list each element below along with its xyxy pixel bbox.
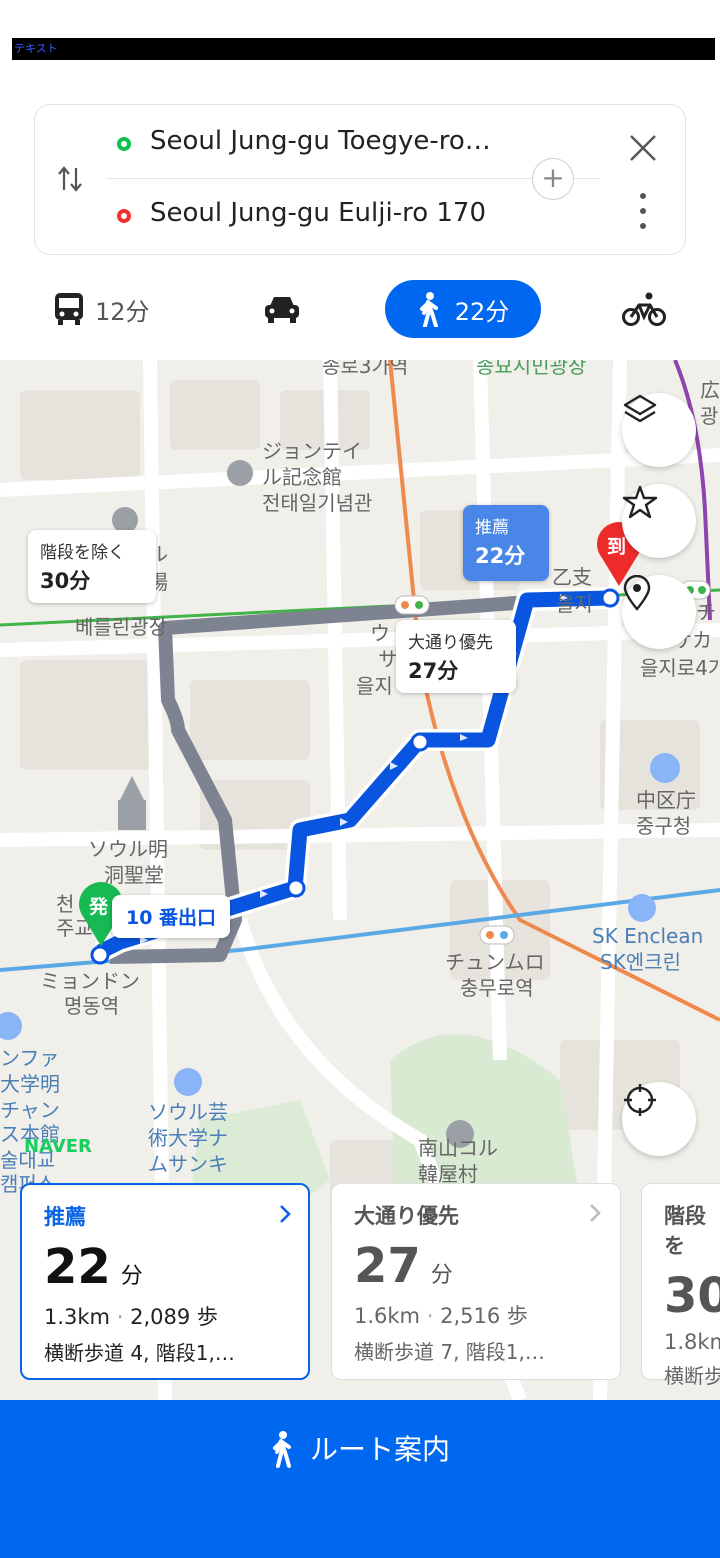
map-label: 베를린광장 [75, 615, 167, 639]
route-card-recommended[interactable]: 推薦 22 分 1.3km · 2,089 歩 横断歩道 4, 階段1,… [20, 1183, 310, 1380]
tab-car[interactable] [264, 280, 300, 338]
route-card-distance: 1.3km [44, 1305, 111, 1329]
callout-time: 22分 [475, 544, 526, 568]
tab-bicycle[interactable] [622, 280, 666, 338]
map-label: ソウル芸 [148, 1100, 228, 1124]
map-label: 中区庁 [636, 788, 696, 812]
route-card-details: 横断歩道 7, 階段1,… [354, 1340, 545, 1364]
main-road-route-callout[interactable]: 大通り優先 27分 [396, 620, 516, 693]
search-divider [106, 178, 600, 179]
map-label: 천 [56, 892, 75, 916]
map-label: 충무로역 [460, 976, 534, 1000]
close-icon[interactable] [628, 133, 658, 167]
map-label: 乙支 [552, 565, 592, 589]
map-label: 명동역 [64, 994, 120, 1018]
naver-logo: NAVER [24, 1136, 92, 1157]
map-label: 을지로4가 [640, 656, 720, 680]
map-label: 종로3가역 [322, 360, 409, 378]
layers-button[interactable] [622, 393, 696, 467]
map-label: 종묘시민광장 [476, 360, 587, 378]
start-marker-label: 発 [89, 896, 109, 918]
start-navigation-button[interactable]: ルート案内 [0, 1400, 720, 1558]
chevron-right-icon [588, 1202, 602, 1228]
map-label: SK엔크린 [600, 950, 682, 974]
swap-icon[interactable] [56, 164, 84, 198]
route-card-unit: 分 [120, 1264, 143, 1289]
exit-label: 10 番出口 [126, 907, 217, 929]
star-icon [622, 485, 658, 519]
map-label: ジョンテイ [262, 439, 362, 463]
map-label: ウ [370, 621, 390, 645]
route-card-steps: 2,089 歩 [130, 1305, 218, 1329]
layers-icon [623, 394, 657, 423]
destination-dot-icon [117, 209, 131, 223]
bicycle-icon [622, 292, 666, 326]
route-card-details: 横断歩道 4, 階段1,… [44, 1341, 235, 1365]
map-label: チュンムロ [445, 950, 545, 974]
walk-icon [272, 1431, 291, 1468]
map-label: 術大学ナ [148, 1126, 228, 1150]
map-label: チ [696, 600, 716, 624]
callout-label: 推薦 [475, 518, 509, 538]
map-label: 전태일기념관 [262, 491, 373, 515]
map-label: ソウル明 [88, 837, 168, 861]
map-label: 広 [700, 378, 720, 402]
current-location-button[interactable] [622, 1082, 696, 1156]
map-label: 을지 [356, 674, 393, 698]
bus-icon [55, 293, 83, 325]
status-tag: テキスト [14, 42, 58, 55]
map-label: ンファ [0, 1046, 60, 1070]
route-card-main-road[interactable]: 大通り優先 27 分 1.6km · 2,516 歩 横断歩道 7, 階段1,… [331, 1183, 621, 1380]
callout-time: 27分 [408, 659, 459, 683]
route-card-minutes: 30 [664, 1268, 720, 1324]
place-button[interactable] [622, 575, 696, 649]
route-card-unit: 分 [430, 1263, 453, 1288]
map-label: 을지 [556, 592, 593, 616]
route-card-distance: 1.8km [664, 1330, 720, 1354]
callout-time: 30分 [40, 569, 91, 593]
tab-walk[interactable]: 22分 [385, 280, 541, 338]
walk-time: 22分 [454, 297, 510, 326]
crosshair-icon [624, 1084, 656, 1116]
route-card-minutes: 22 [44, 1239, 111, 1295]
map-label: SK Enclean [592, 924, 704, 948]
map-label: 중구청 [636, 814, 692, 838]
end-marker-label: 到 [607, 536, 627, 558]
map-label: ムサンキ [148, 1152, 228, 1176]
callout-label: 大通り優先 [408, 633, 493, 653]
transit-time: 12分 [95, 297, 150, 326]
route-card-distance: 1.6km [354, 1304, 421, 1328]
route-card-label: 推薦 [44, 1205, 86, 1229]
start-navigation-label: ルート案内 [309, 1433, 450, 1466]
route-card-minutes: 27 [354, 1238, 421, 1294]
map-label: チャン [0, 1098, 60, 1122]
map-label: ミョンドン [40, 969, 140, 993]
route-card-steps: 2,516 歩 [440, 1304, 528, 1328]
map-label: サ [378, 647, 398, 671]
route-card-label: 大通り優先 [354, 1204, 459, 1228]
tab-transit[interactable]: 12分 [53, 280, 150, 338]
exit-callout: 10 番出口 [112, 895, 231, 938]
chevron-right-icon [278, 1203, 292, 1229]
walk-icon [419, 292, 438, 327]
recommended-route-callout[interactable]: 推薦 22分 [463, 505, 549, 581]
origin-dot-icon [117, 137, 131, 151]
status-bar [12, 38, 715, 60]
more-options-icon[interactable] [638, 192, 648, 234]
add-waypoint-button[interactable]: + [532, 158, 574, 200]
destination-field[interactable]: Seoul Jung-gu Eulji-ro 170 [150, 198, 486, 228]
map-label: 大学明 [0, 1072, 60, 1096]
route-card-no-stairs[interactable]: 階段を 30 1.8km 横断歩 [641, 1183, 720, 1388]
map-label: 南山コル [418, 1136, 498, 1160]
favorite-button[interactable] [622, 484, 696, 558]
no-stairs-route-callout[interactable]: 階段を除く 30分 [28, 530, 156, 603]
origin-field[interactable]: Seoul Jung-gu Toegye-ro… [150, 126, 491, 156]
location-pin-icon [623, 575, 651, 611]
callout-label: 階段を除く [40, 543, 125, 563]
route-card-label: 階段を [664, 1204, 706, 1258]
map-label: 광 [700, 404, 719, 428]
route-card-details: 横断歩 [664, 1364, 720, 1388]
map-label: ル記念館 [262, 465, 342, 489]
car-icon [265, 297, 299, 323]
